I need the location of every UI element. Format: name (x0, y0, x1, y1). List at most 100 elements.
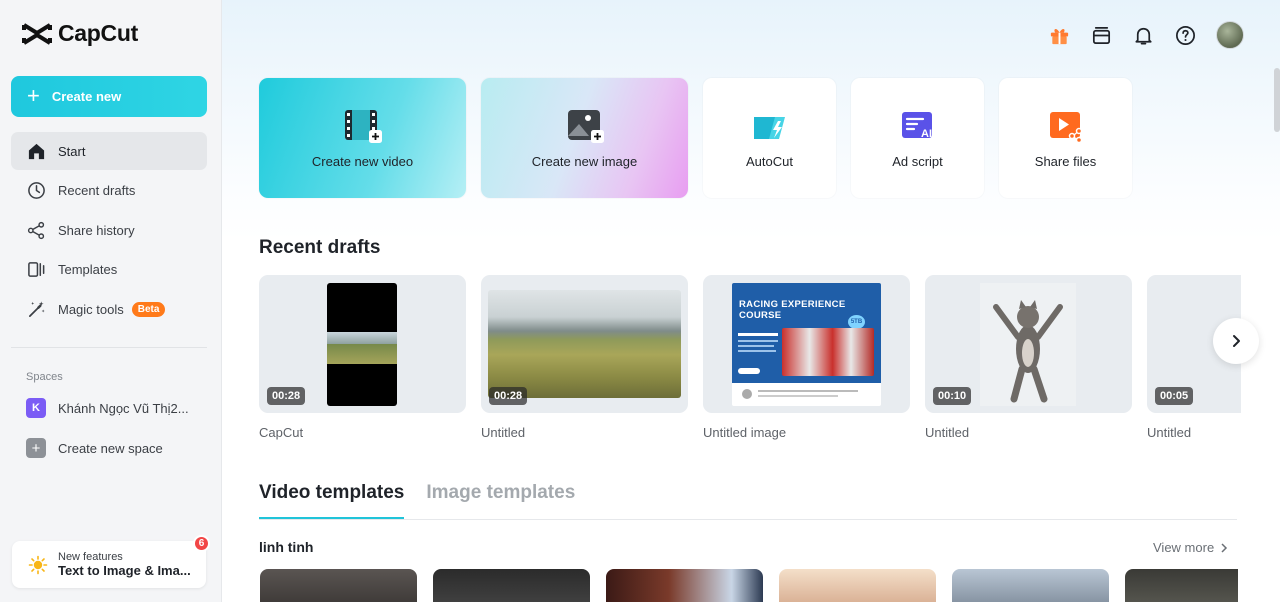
new-features-label: New features (58, 551, 123, 563)
template-thumbnail[interactable] (952, 569, 1109, 602)
plus-icon: + (27, 82, 40, 108)
template-thumbnails (260, 569, 1238, 602)
autocut-card[interactable]: AutoCut (703, 78, 836, 198)
template-thumbnail[interactable] (433, 569, 590, 602)
create-new-label: Create new (51, 89, 122, 104)
cat-frame (980, 283, 1076, 406)
sidebar-item-templates[interactable]: Templates (11, 251, 207, 289)
user-avatar[interactable] (1216, 21, 1244, 49)
quick-action-label: Create new image (531, 154, 638, 169)
recent-drafts-carousel: 00:28 CapCut 00:28 Untitled RACING EXPER… (259, 275, 1241, 445)
draft-name: Untitled (1147, 425, 1192, 440)
video-frame (327, 283, 397, 406)
create-new-button[interactable]: + Create new (11, 76, 207, 117)
draft-name: CapCut (259, 425, 304, 440)
stack-icon[interactable] (1090, 24, 1113, 47)
space-avatar: K (26, 398, 46, 418)
share-files-icon (1049, 112, 1082, 143)
lightbulb-icon (28, 555, 48, 574)
film-plus-icon (344, 110, 382, 143)
poster-title: RACING EXPERIENCE COURSE (739, 299, 846, 321)
carousel-next-button[interactable] (1213, 318, 1259, 364)
duration-badge: 00:28 (267, 387, 306, 405)
magic-wand-icon (28, 300, 45, 317)
beta-badge: Beta (131, 301, 166, 317)
draft-card[interactable]: 00:28 Untitled (481, 275, 688, 440)
capcut-logo[interactable]: CapCut (22, 20, 138, 47)
sidebar-item-label: Start (58, 143, 86, 159)
notification-count-badge: 6 (193, 535, 210, 552)
ad-script-card[interactable]: AI Ad script (851, 78, 984, 198)
templates-icon (28, 262, 45, 277)
create-new-space-label: Create new space (58, 440, 163, 456)
sidebar-item-label: Share history (58, 222, 135, 238)
template-thumbnail[interactable] (606, 569, 763, 602)
template-thumbnail[interactable] (260, 569, 417, 602)
draft-thumbnail[interactable]: 00:10 (925, 275, 1132, 413)
create-new-space-button[interactable]: + Create new space (26, 438, 163, 458)
image-plus-icon (567, 110, 604, 143)
draft-name: Untitled (481, 425, 526, 440)
dancing-cat-image (993, 300, 1063, 403)
clock-icon (28, 182, 45, 199)
draft-thumbnail[interactable]: 00:28 (481, 275, 688, 413)
view-more-label: View more (1153, 540, 1215, 555)
sidebar-item-start[interactable]: Start (11, 132, 207, 170)
draft-name: Untitled image (703, 425, 787, 440)
sidebar-item-label: Templates (58, 262, 118, 277)
sidebar-divider (11, 347, 207, 348)
poster-badge: 5TB (848, 315, 865, 329)
gift-icon[interactable] (1048, 24, 1071, 47)
top-toolbar (1048, 21, 1244, 49)
draft-thumbnail[interactable]: 00:28 (259, 275, 466, 413)
ad-script-icon: AI (901, 112, 932, 140)
duration-badge: 00:05 (1155, 387, 1194, 405)
quick-action-label: Share files (1034, 154, 1097, 169)
quick-action-label: Create new video (311, 154, 414, 169)
spaces-heading: Spaces (26, 371, 63, 383)
new-features-title: Text to Image & Ima... (58, 563, 191, 578)
bell-icon[interactable] (1132, 24, 1155, 47)
sidebar-item-label: Recent drafts (58, 183, 136, 198)
sidebar-item-magic-tools[interactable]: Magic tools Beta (11, 290, 207, 328)
template-row-title: linh tinh (259, 539, 314, 555)
autocut-icon (753, 117, 785, 139)
capcut-logo-icon (22, 22, 52, 45)
template-thumbnail[interactable] (779, 569, 936, 602)
sidebar: CapCut + Create new Start Recent drafts … (0, 0, 222, 602)
create-new-video-card[interactable]: Create new video (259, 78, 466, 198)
template-thumbnail[interactable] (1125, 569, 1238, 602)
scrollbar[interactable] (1274, 68, 1280, 132)
home-icon (28, 143, 45, 159)
space-item[interactable]: K Khánh Ngọc Vũ Thị2... (26, 398, 189, 418)
space-name: Khánh Ngọc Vũ Thị2... (58, 400, 189, 416)
duration-badge: 00:10 (933, 387, 972, 405)
draft-card[interactable]: 00:10 Untitled (925, 275, 1132, 440)
sidebar-item-recent-drafts[interactable]: Recent drafts (11, 172, 207, 210)
template-tabs: Video templates Image templates (259, 480, 1237, 520)
quick-action-label: Ad script (892, 154, 943, 169)
draft-name: Untitled (925, 425, 970, 440)
share-files-card[interactable]: Share files (999, 78, 1132, 198)
sidebar-item-share-history[interactable]: Share history (11, 211, 207, 249)
plus-icon: + (26, 438, 46, 458)
recent-drafts-heading: Recent drafts (259, 237, 381, 258)
sidebar-nav: Start Recent drafts Share history Templa… (11, 132, 207, 330)
tab-video-templates[interactable]: Video templates (259, 480, 405, 519)
create-new-image-card[interactable]: Create new image (481, 78, 688, 198)
quick-actions: Create new video Create new image AutoCu… (259, 78, 1132, 198)
tab-image-templates[interactable]: Image templates (426, 480, 575, 519)
help-icon[interactable] (1174, 24, 1197, 47)
quick-action-label: AutoCut (746, 154, 793, 169)
new-features-card[interactable]: New features Text to Image & Ima... 6 (12, 535, 210, 588)
app-name: CapCut (58, 20, 138, 46)
poster-frame: RACING EXPERIENCE COURSE 5TB (732, 283, 881, 406)
view-more-link[interactable]: View more (1153, 540, 1228, 555)
draft-card[interactable]: RACING EXPERIENCE COURSE 5TB Untitled im… (703, 275, 910, 440)
chevron-right-icon (1221, 542, 1228, 553)
sidebar-item-label: Magic tools (58, 301, 124, 317)
main-content: Create new video Create new image AutoCu… (222, 0, 1280, 602)
draft-thumbnail[interactable]: RACING EXPERIENCE COURSE 5TB (703, 275, 910, 413)
team-photo (782, 328, 874, 376)
draft-card[interactable]: 00:28 CapCut (259, 275, 466, 440)
